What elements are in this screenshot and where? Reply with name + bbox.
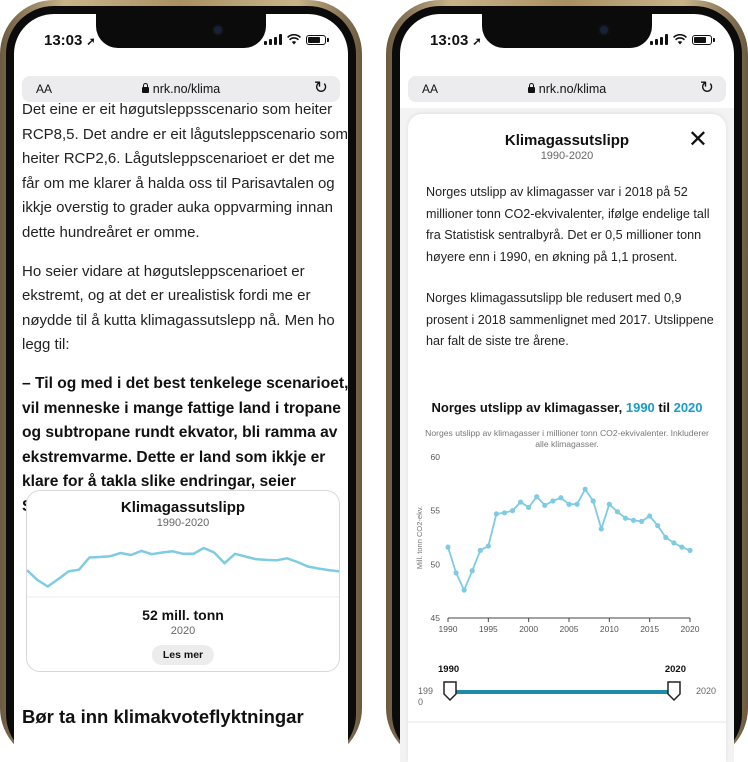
- data-point[interactable]: [639, 518, 645, 524]
- data-point[interactable]: [566, 501, 572, 507]
- lock-icon: [527, 83, 535, 93]
- y-tick-label: 55: [431, 506, 441, 516]
- url-bar[interactable]: AA nrk.no/klima ↻: [408, 76, 726, 102]
- card-sparkline: [27, 546, 339, 598]
- signal-icon: [650, 34, 668, 45]
- url-field[interactable]: nrk.no/klima: [408, 82, 726, 96]
- sparkline-series: [27, 546, 339, 588]
- card-value: 52 mill. tonn: [142, 607, 224, 623]
- right-phone-frame: 13:03 ➚ AA nrk.no/klima ↻ Klimagassutslip…: [386, 0, 748, 762]
- data-point[interactable]: [518, 499, 524, 505]
- x-tick-label: 2010: [600, 624, 619, 634]
- status-icons: [264, 34, 329, 45]
- battery-icon: [692, 35, 715, 45]
- right-phone-screen: 13:03 ➚ AA nrk.no/klima ↻ Klimagassutslip…: [400, 14, 734, 762]
- battery-icon: [306, 35, 329, 45]
- x-tick-label: 1990: [439, 624, 458, 634]
- data-point[interactable]: [485, 543, 491, 549]
- data-point[interactable]: [526, 504, 532, 511]
- data-point[interactable]: [622, 515, 629, 521]
- data-point[interactable]: [574, 501, 580, 507]
- data-point[interactable]: [630, 517, 637, 523]
- data-point[interactable]: [647, 513, 653, 519]
- data-point[interactable]: [477, 547, 483, 553]
- camera-icon: [600, 26, 608, 34]
- y-tick-label: 45: [431, 613, 441, 623]
- data-point[interactable]: [501, 510, 508, 516]
- data-point[interactable]: [509, 508, 516, 514]
- article-subheading: Bør ta inn klimakvoteflyktningar: [22, 706, 304, 727]
- data-point[interactable]: [461, 587, 467, 593]
- data-point[interactable]: [453, 570, 459, 576]
- slider-track: [408, 681, 726, 723]
- data-point[interactable]: [679, 544, 685, 550]
- article-paragraph: Det eine er eit høgutsleppsscenario som …: [22, 101, 349, 241]
- notch: [482, 14, 652, 48]
- notch: [96, 14, 266, 48]
- data-point[interactable]: [445, 544, 451, 550]
- status-time: 13:03: [430, 32, 469, 49]
- data-point[interactable]: [493, 511, 499, 517]
- reload-icon[interactable]: ↻: [314, 78, 328, 98]
- emissions-line-chart: 1990 1995 2000 2005 2010 2015 2020 45 50 55 60 Mill…: [415, 452, 700, 634]
- slider-handle-start[interactable]: [443, 681, 457, 702]
- data-point[interactable]: [687, 547, 693, 553]
- article-paragraph: Ho seier vidare at høgutsleppscenarioet …: [22, 262, 335, 354]
- location-arrow-icon: ➚: [86, 36, 96, 48]
- url-bar[interactable]: AA nrk.no/klima ↻: [22, 76, 340, 102]
- x-tick-label: 2005: [560, 624, 579, 634]
- reload-icon[interactable]: ↻: [700, 78, 714, 98]
- data-point[interactable]: [550, 498, 556, 504]
- article-body: Det eine er eit høgutsleppsscenario som …: [22, 98, 354, 534]
- data-point[interactable]: [663, 534, 669, 541]
- camera-icon: [214, 26, 222, 34]
- data-point[interactable]: [582, 486, 588, 492]
- url-field[interactable]: nrk.no/klima: [22, 82, 340, 96]
- x-tick-label: 2000: [519, 624, 538, 634]
- data-point[interactable]: [614, 509, 620, 515]
- signal-icon: [264, 34, 282, 45]
- status-time: 13:03: [44, 32, 83, 49]
- read-more-button[interactable]: Les mer: [151, 645, 215, 665]
- left-phone-frame: 13:03 ➚ AA nrk.no/klima ↻ Det eine er eit…: [0, 0, 362, 762]
- slider-handle-end[interactable]: [667, 681, 681, 702]
- x-tick-label: 2020: [681, 624, 700, 634]
- y-axis-label: Mill. tonn CO2-ekv.: [415, 506, 424, 569]
- x-tick-label: 1995: [479, 624, 498, 634]
- url-text: nrk.no/klima: [152, 82, 221, 96]
- y-tick-label: 50: [431, 559, 441, 569]
- location-arrow-icon: ➚: [472, 36, 482, 48]
- data-point[interactable]: [469, 568, 475, 574]
- status-icons: [650, 34, 715, 45]
- url-text: nrk.no/klima: [538, 82, 607, 96]
- wifi-icon: [673, 34, 687, 45]
- x-tick-label: 2015: [640, 624, 659, 634]
- lock-icon: [141, 83, 149, 93]
- data-point[interactable]: [655, 523, 661, 529]
- data-point[interactable]: [534, 494, 540, 500]
- wifi-icon: [287, 34, 301, 45]
- data-point[interactable]: [671, 540, 677, 546]
- data-point[interactable]: [598, 526, 604, 532]
- data-point[interactable]: [606, 501, 612, 507]
- card-year: 2020: [170, 625, 196, 637]
- data-point[interactable]: [542, 502, 548, 508]
- y-tick-label: 60: [431, 452, 441, 462]
- data-point[interactable]: [590, 498, 596, 504]
- data-point[interactable]: [558, 495, 564, 501]
- year-range-slider: 1990 2020 199 0 2020: [408, 664, 726, 724]
- emissions-modal: Klimagassutslipp 1990-2020 ✕ Norges utsl…: [408, 114, 726, 762]
- emissions-card[interactable]: Klimagassutslipp 1990-2020 52 mill. tonn…: [26, 490, 340, 672]
